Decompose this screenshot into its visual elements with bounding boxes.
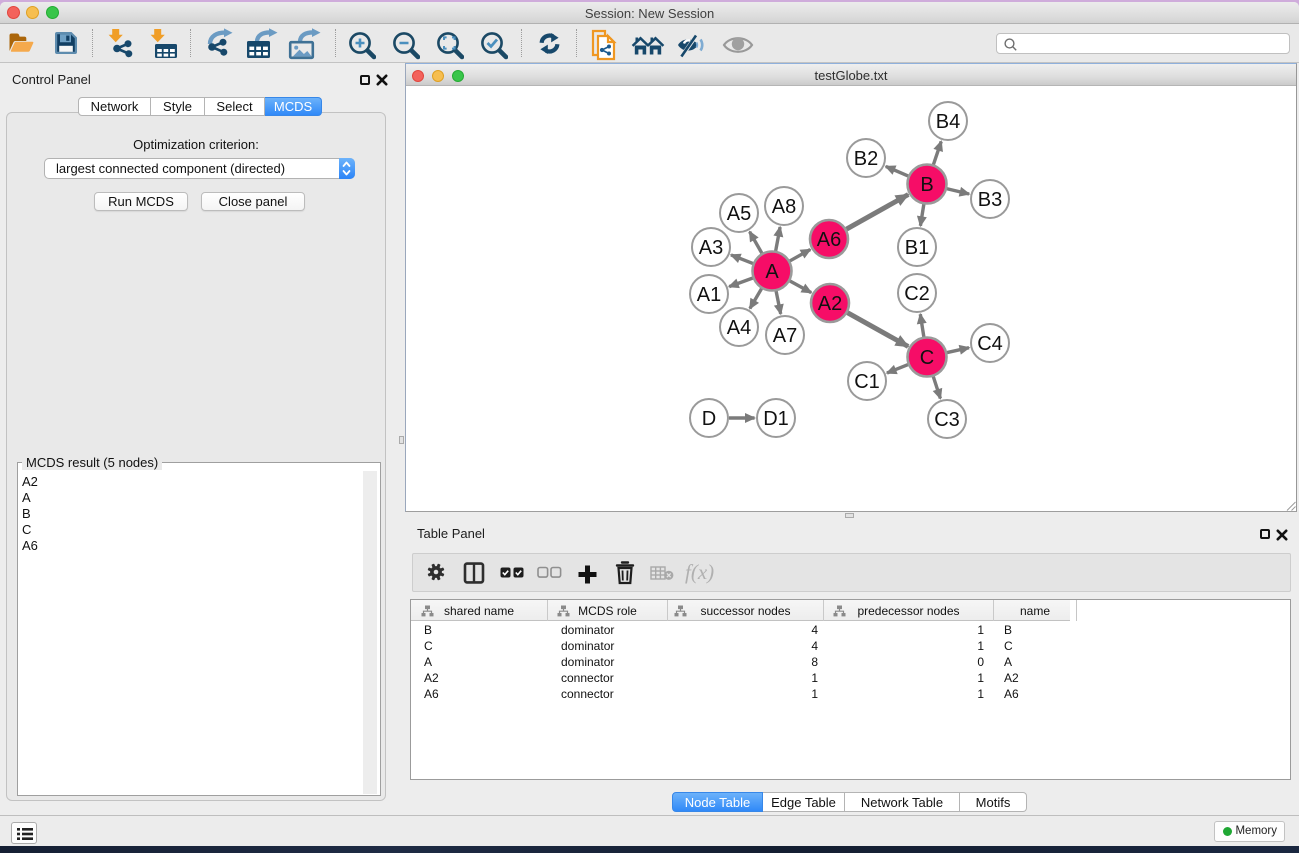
svg-text:C1: C1 xyxy=(854,371,880,393)
svg-text:A4: A4 xyxy=(727,317,751,339)
svg-text:A8: A8 xyxy=(772,196,796,218)
svg-text:B4: B4 xyxy=(936,111,960,133)
svg-text:C2: C2 xyxy=(904,283,930,305)
svg-text:B1: B1 xyxy=(905,237,929,259)
svg-text:B2: B2 xyxy=(854,148,878,170)
svg-text:A1: A1 xyxy=(697,284,721,306)
svg-text:D: D xyxy=(702,408,716,430)
svg-text:B: B xyxy=(920,174,933,196)
svg-text:A: A xyxy=(765,261,779,283)
svg-text:A7: A7 xyxy=(773,325,797,347)
svg-text:D1: D1 xyxy=(763,408,789,430)
svg-text:A6: A6 xyxy=(817,229,841,251)
svg-text:A2: A2 xyxy=(818,293,842,315)
svg-text:C4: C4 xyxy=(977,333,1003,355)
svg-text:A3: A3 xyxy=(699,237,723,259)
svg-text:C3: C3 xyxy=(934,409,960,431)
svg-text:B3: B3 xyxy=(978,189,1002,211)
svg-text:C: C xyxy=(920,347,934,369)
svg-text:A5: A5 xyxy=(727,203,751,225)
